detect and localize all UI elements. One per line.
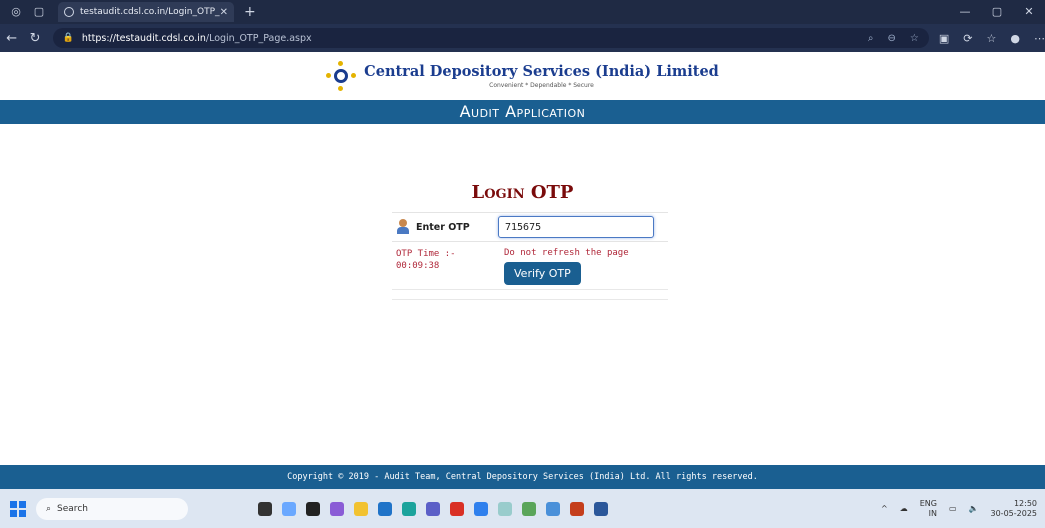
url-host: https://testaudit.cdsl.co.in [81,32,206,44]
url-field[interactable]: 🔒 https://testaudit.cdsl.co.in /Login_OT… [52,28,929,48]
new-tab-icon[interactable]: + [244,4,256,20]
refresh-icon[interactable]: ↻ [23,31,46,46]
app-icon[interactable] [498,501,512,516]
brand-header: Central Depository Services (India) Limi… [0,52,1045,100]
verify-row: OTP Time :- 00:09:38 Do not refresh the … [392,242,668,290]
cdsl-logo-icon [326,61,357,91]
globe-icon [64,7,74,17]
favorites-icon[interactable]: ☆ [987,32,997,45]
file-explorer-icon[interactable] [354,501,368,516]
refresh-warning: Do not refresh the page [504,248,629,258]
profile-icon[interactable]: ● [1010,32,1020,45]
widgets-icon[interactable] [282,501,296,516]
form-spacer [392,290,668,300]
edge-icon[interactable] [402,501,416,516]
taskbar-apps [258,501,608,516]
volume-icon[interactable]: 🔈 [969,504,979,513]
cloud-icon[interactable]: ☁ [900,504,908,513]
close-window-icon[interactable]: ✕ [1013,0,1045,24]
outlook-icon[interactable] [378,501,392,516]
browser-tabbar: ◎ ▢ testaudit.cdsl.co.in/Login_OTP_Pa ✕ … [0,0,1045,24]
workspaces-icon[interactable]: ◎ [9,5,23,19]
search-icon: ⌕ [46,503,52,514]
taskview-icon[interactable] [258,501,272,516]
lang-code: ENG [919,498,937,508]
windows-start-icon[interactable] [10,500,26,517]
extension-icon[interactable]: ▣ [939,32,949,45]
taskbar-search[interactable]: ⌕ Search [36,497,188,520]
otp-row: Enter OTP [392,212,668,242]
clock[interactable]: 12:50 30-05-2025 [991,499,1038,519]
browser-tab[interactable]: testaudit.cdsl.co.in/Login_OTP_Pa ✕ [58,2,234,22]
otp-timer: OTP Time :- 00:09:38 [392,248,504,289]
teams-icon[interactable] [426,501,440,516]
system-tray: ^ ☁ ENG IN ▭ 🔈 12:50 30-05-2025 [881,499,1037,519]
terminal-icon[interactable] [306,501,320,516]
region-code: IN [928,508,937,518]
paint-icon[interactable] [522,501,536,516]
lock-icon[interactable]: 🔒 [63,33,74,43]
close-tab-icon[interactable]: ✕ [220,7,228,18]
language-indicator[interactable]: ENG IN [920,499,937,519]
taskbar: ⌕ Search ^ ☁ ENG IN ▭ 🔈 12:50 30-05-2025 [0,489,1045,528]
footer: Copyright © 2019 - Audit Team, Central D… [0,465,1045,489]
timer-label: OTP Time :- [396,249,456,259]
login-title: Login OTP [471,182,574,203]
brand-tagline: Convenient * Dependable * Secure [489,82,594,89]
copilot-icon[interactable]: ⟳ [963,32,972,45]
otp-label: Enter OTP [416,221,470,233]
browser-toolbar: ▣ ⟳ ☆ ● ⋯ [939,32,1045,45]
powerpoint-icon[interactable] [570,501,584,516]
timer-value: 00:09:38 [396,261,440,271]
window-controls: — ▢ ✕ [949,0,1045,24]
reader-icon[interactable]: ⊖ [888,33,896,44]
word-icon[interactable] [594,501,608,516]
tab-title: testaudit.cdsl.co.in/Login_OTP_Pa [80,7,220,17]
notepad-icon[interactable] [546,501,560,516]
verify-otp-button[interactable]: Verify OTP [504,262,581,285]
app-title-bar: Audit Application [0,100,1045,124]
clock-date: 30-05-2025 [990,508,1038,518]
minimize-icon[interactable]: — [949,0,981,24]
visual-studio-icon[interactable] [330,501,344,516]
page: Central Depository Services (India) Limi… [0,52,1045,489]
favorite-star-icon[interactable]: ☆ [910,33,919,44]
clock-time: 12:50 [1013,498,1037,508]
vscode-icon[interactable] [474,501,488,516]
otp-input[interactable] [498,216,654,238]
user-icon [396,219,412,235]
tray-chevron-icon[interactable]: ^ [881,504,888,513]
search-label: Search [57,503,88,514]
address-bar-row: ← ↻ 🔒 https://testaudit.cdsl.co.in /Logi… [0,24,1045,52]
more-icon[interactable]: ⋯ [1034,32,1045,45]
otp-form: Enter OTP OTP Time :- 00:09:38 Do not re… [392,212,668,300]
tab-actions-icon[interactable]: ▢ [32,5,46,19]
zoom-icon[interactable]: ⌕ [868,33,874,44]
chrome-icon[interactable] [450,501,464,516]
url-path: /Login_OTP_Page.aspx [205,32,312,44]
back-icon[interactable]: ← [0,31,23,46]
maximize-icon[interactable]: ▢ [981,0,1013,24]
display-icon[interactable]: ▭ [949,504,957,513]
brand-name: Central Depository Services (India) Limi… [364,63,719,80]
